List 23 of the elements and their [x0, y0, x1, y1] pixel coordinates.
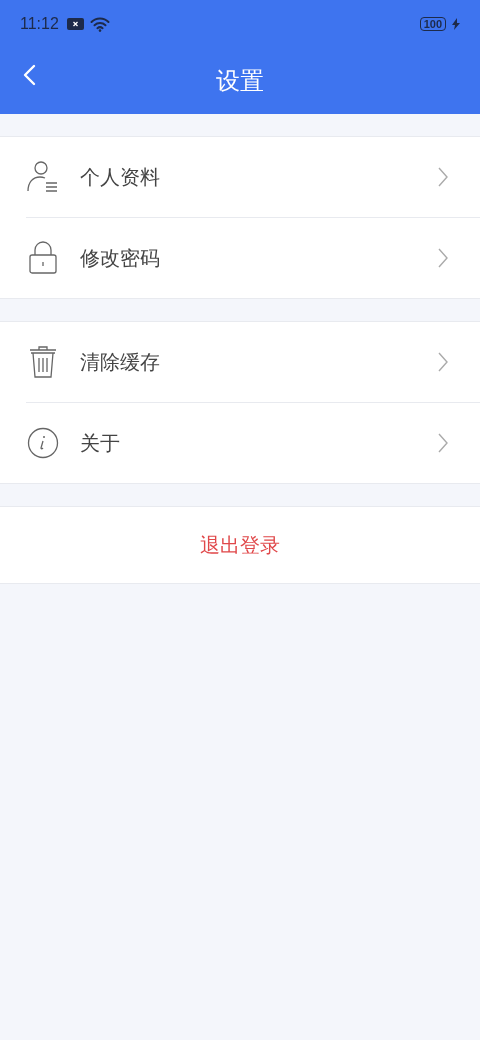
user-icon	[26, 160, 60, 194]
chevron-right-icon	[438, 433, 448, 453]
page-title: 设置	[216, 66, 264, 97]
settings-item[interactable]: 关于	[26, 402, 480, 483]
item-label: 清除缓存	[80, 348, 161, 376]
wifi-icon	[89, 16, 110, 32]
settings-item[interactable]: 修改密码	[26, 217, 480, 298]
sim-card-icon	[66, 18, 84, 30]
chevron-right-icon	[438, 352, 448, 372]
item-label: 修改密码	[80, 244, 161, 272]
info-icon	[26, 427, 60, 459]
item-label: 关于	[80, 429, 121, 457]
back-button[interactable]	[22, 64, 38, 86]
lock-icon	[26, 241, 60, 275]
status-time: 11:12	[20, 15, 59, 33]
logout-button[interactable]: 退出登录	[0, 506, 480, 584]
chevron-right-icon	[438, 248, 448, 268]
item-label: 个人资料	[80, 163, 161, 191]
charging-icon	[452, 18, 460, 30]
battery-level: 100	[419, 17, 446, 31]
settings-item[interactable]: 清除缓存	[26, 322, 480, 402]
settings-item[interactable]: 个人资料	[26, 137, 480, 217]
chevron-right-icon	[438, 167, 448, 187]
